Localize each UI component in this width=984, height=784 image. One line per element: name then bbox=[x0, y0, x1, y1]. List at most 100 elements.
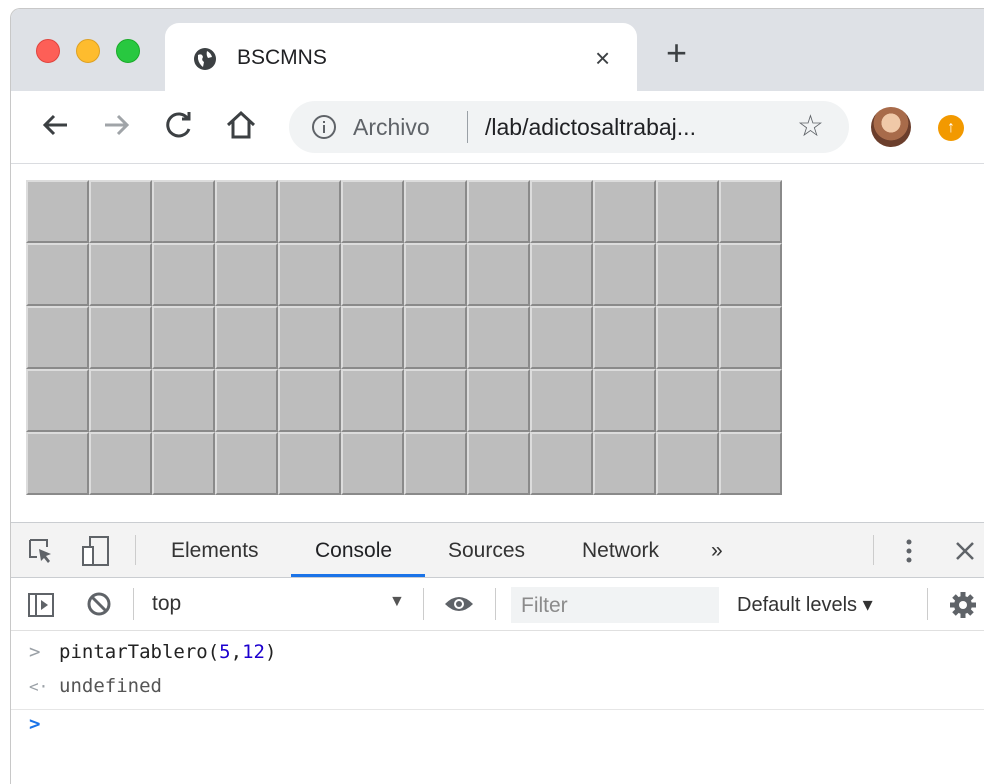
board-cell[interactable] bbox=[26, 243, 89, 306]
log-levels-dropdown[interactable]: Default levels ▾ bbox=[737, 592, 873, 617]
board-cell[interactable] bbox=[404, 432, 467, 495]
board-cell[interactable] bbox=[530, 306, 593, 369]
tab-sources[interactable]: Sources bbox=[448, 539, 525, 563]
board-cell[interactable] bbox=[719, 432, 782, 495]
board-cell[interactable] bbox=[278, 369, 341, 432]
inspect-element-icon[interactable] bbox=[27, 537, 55, 565]
board-cell[interactable] bbox=[593, 180, 656, 243]
address-bar[interactable]: Archivo /lab/adictosaltrabaj... ☆ bbox=[289, 101, 849, 153]
board-cell[interactable] bbox=[404, 369, 467, 432]
eye-icon[interactable] bbox=[443, 594, 475, 614]
board-cell[interactable] bbox=[341, 180, 404, 243]
kebab-menu-icon[interactable] bbox=[901, 537, 917, 565]
board-cell[interactable] bbox=[26, 306, 89, 369]
board-cell[interactable] bbox=[152, 432, 215, 495]
board-cell[interactable] bbox=[26, 369, 89, 432]
filter-input[interactable]: Filter bbox=[511, 587, 719, 623]
tab-network[interactable]: Network bbox=[582, 539, 659, 563]
profile-avatar[interactable] bbox=[871, 107, 911, 147]
console-input-line: > pintarTablero(5,12) bbox=[11, 641, 984, 671]
board-cell[interactable] bbox=[593, 432, 656, 495]
toolbar-divider bbox=[495, 588, 496, 620]
close-window-button[interactable] bbox=[36, 39, 60, 63]
forward-icon[interactable] bbox=[99, 107, 135, 143]
board-cell[interactable] bbox=[404, 243, 467, 306]
board-cell[interactable] bbox=[152, 369, 215, 432]
board-cell[interactable] bbox=[656, 180, 719, 243]
board-cell[interactable] bbox=[593, 306, 656, 369]
board-cell[interactable] bbox=[215, 432, 278, 495]
tab-elements[interactable]: Elements bbox=[171, 539, 259, 563]
browser-tab[interactable]: BSCMNS × bbox=[165, 23, 637, 91]
board-cell[interactable] bbox=[656, 369, 719, 432]
board-cell[interactable] bbox=[530, 180, 593, 243]
tab-console[interactable]: Console bbox=[315, 539, 392, 563]
board-cell[interactable] bbox=[719, 306, 782, 369]
board-cell[interactable] bbox=[341, 243, 404, 306]
board-cell[interactable] bbox=[341, 432, 404, 495]
board-cell[interactable] bbox=[278, 180, 341, 243]
gear-icon[interactable] bbox=[949, 591, 977, 619]
clear-console-icon[interactable] bbox=[85, 590, 113, 618]
board-cell[interactable] bbox=[89, 243, 152, 306]
board-cell[interactable] bbox=[719, 243, 782, 306]
board-cell[interactable] bbox=[215, 243, 278, 306]
board-cell[interactable] bbox=[215, 369, 278, 432]
board-cell[interactable] bbox=[152, 306, 215, 369]
reload-icon[interactable] bbox=[161, 107, 197, 143]
board-cell[interactable] bbox=[404, 180, 467, 243]
url-text[interactable]: /lab/adictosaltrabaj... bbox=[485, 114, 696, 141]
board-cell[interactable] bbox=[467, 306, 530, 369]
board-cell[interactable] bbox=[719, 180, 782, 243]
board-cell[interactable] bbox=[278, 243, 341, 306]
board-cell[interactable] bbox=[593, 369, 656, 432]
close-devtools-icon[interactable] bbox=[953, 539, 977, 563]
board-cell[interactable] bbox=[656, 306, 719, 369]
maximize-window-button[interactable] bbox=[116, 39, 140, 63]
update-icon[interactable]: ↑ bbox=[938, 115, 964, 141]
show-sidebar-icon[interactable] bbox=[27, 592, 55, 618]
console-result-line: <· undefined bbox=[11, 675, 984, 705]
board-cell[interactable] bbox=[215, 306, 278, 369]
bookmark-star-icon[interactable]: ☆ bbox=[797, 109, 824, 145]
board-cell[interactable] bbox=[278, 306, 341, 369]
close-tab-icon[interactable]: × bbox=[595, 43, 610, 73]
board-cell[interactable] bbox=[467, 243, 530, 306]
board-cell[interactable] bbox=[656, 243, 719, 306]
board-cell[interactable] bbox=[593, 243, 656, 306]
more-tabs-button[interactable]: » bbox=[711, 539, 723, 563]
board-cell[interactable] bbox=[215, 180, 278, 243]
board-cell[interactable] bbox=[341, 306, 404, 369]
board-cell[interactable] bbox=[467, 180, 530, 243]
board-cell[interactable] bbox=[467, 369, 530, 432]
board-cell[interactable] bbox=[530, 243, 593, 306]
context-dropdown-icon[interactable]: ▼ bbox=[389, 593, 405, 611]
board-cell[interactable] bbox=[656, 432, 719, 495]
back-icon[interactable] bbox=[37, 107, 73, 143]
board-cell[interactable] bbox=[341, 369, 404, 432]
board-cell[interactable] bbox=[89, 369, 152, 432]
new-tab-button[interactable]: + bbox=[666, 35, 687, 71]
board-cell[interactable] bbox=[152, 243, 215, 306]
console-prompt[interactable]: > bbox=[11, 713, 984, 753]
info-icon[interactable] bbox=[311, 114, 337, 140]
board-cell[interactable] bbox=[26, 180, 89, 243]
board-cell[interactable] bbox=[467, 432, 530, 495]
board-cell[interactable] bbox=[89, 306, 152, 369]
board-cell[interactable] bbox=[89, 432, 152, 495]
device-toolbar-icon[interactable] bbox=[81, 535, 111, 567]
board-cell[interactable] bbox=[278, 432, 341, 495]
board-cell[interactable] bbox=[152, 180, 215, 243]
board-cell[interactable] bbox=[530, 369, 593, 432]
console-divider bbox=[11, 709, 984, 710]
board-cell[interactable] bbox=[530, 432, 593, 495]
minimize-window-button[interactable] bbox=[76, 39, 100, 63]
board-cell[interactable] bbox=[719, 369, 782, 432]
board-cell[interactable] bbox=[89, 180, 152, 243]
tab-title: BSCMNS bbox=[237, 46, 327, 69]
devtools-divider bbox=[135, 535, 136, 565]
context-selector[interactable]: top bbox=[152, 592, 181, 616]
board-cell[interactable] bbox=[404, 306, 467, 369]
home-icon[interactable] bbox=[223, 107, 259, 143]
board-cell[interactable] bbox=[26, 432, 89, 495]
